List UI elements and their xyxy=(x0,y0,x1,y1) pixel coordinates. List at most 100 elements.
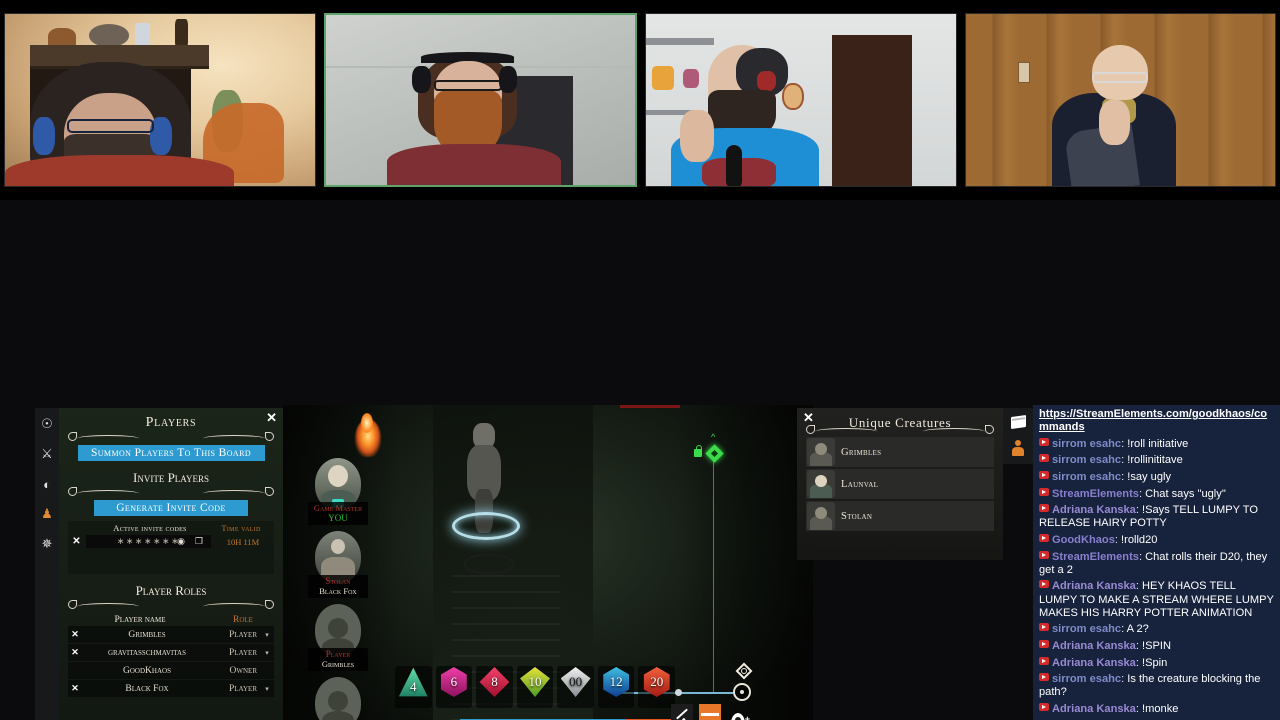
chat-username[interactable]: Adriana Kanska xyxy=(1052,657,1136,669)
list-item[interactable]: Launval xyxy=(806,469,994,499)
copy-icon[interactable]: ❐ xyxy=(195,536,203,547)
right-tool-rail xyxy=(1003,408,1033,464)
fog-icon[interactable]: ◐ xyxy=(38,475,56,493)
chevron-down-icon[interactable]: ▾ xyxy=(260,649,274,657)
chat-username[interactable]: sirrom esahc xyxy=(1052,673,1121,685)
movement-end-marker[interactable] xyxy=(733,683,751,701)
player-token[interactable]: Player Grimbles xyxy=(305,604,371,680)
chat-message: sirrom esahc: !rollinititave xyxy=(1039,454,1276,467)
target-reticle-icon[interactable] xyxy=(735,662,753,680)
chat-username[interactable]: Adriana Kanska xyxy=(1052,504,1136,516)
token-role: Game Master xyxy=(313,503,363,513)
die-d6[interactable]: 6 xyxy=(435,666,473,708)
chat-username[interactable]: Adriana Kanska xyxy=(1052,703,1136,715)
chat-username[interactable]: StreamElements xyxy=(1052,488,1139,500)
measure-paint-tools: M N xyxy=(671,704,721,720)
die-d8[interactable]: 8 xyxy=(476,666,513,708)
chevron-down-icon[interactable]: ▾ xyxy=(260,631,274,639)
chat-text[interactable]: https://StreamElements.com/goodkhaos/com… xyxy=(1039,408,1267,433)
remove-player-icon[interactable]: ✕ xyxy=(68,647,82,658)
list-item[interactable]: Grimbles xyxy=(806,437,994,467)
token-subname: Black Fox xyxy=(319,586,357,596)
npc-pawn-icon[interactable] xyxy=(1007,437,1029,459)
token-label: Game Master YOU xyxy=(308,502,368,525)
die-d4[interactable]: 4 xyxy=(395,666,432,708)
delete-code-icon[interactable]: ✕ xyxy=(70,536,83,547)
movement-start-marker[interactable]: ^ xyxy=(694,433,727,467)
table-row[interactable]: ✕ gravitasschmavitas Player ▾ xyxy=(68,644,274,661)
creature-name: Grimbles xyxy=(841,446,882,458)
chat-text: !roll initiative xyxy=(1127,437,1189,450)
token-subname: YOU xyxy=(328,513,348,523)
subscriber-badge-icon xyxy=(1039,673,1049,682)
remove-player-icon[interactable]: ✕ xyxy=(68,629,82,640)
chat-username[interactable]: Adriana Kanska xyxy=(1052,580,1136,592)
player-token[interactable]: Game Master YOU xyxy=(305,458,371,534)
token-role: Stolan xyxy=(325,576,351,586)
add-pin-icon[interactable]: + xyxy=(729,711,750,720)
token-label: Player Grimbles xyxy=(308,648,368,671)
die-label: 20 xyxy=(643,667,670,697)
invite-code-row: ✕ ∗∗∗∗∗∗∗ ◉ ❐ 10H 11M xyxy=(70,535,272,548)
die-label: 00 xyxy=(560,667,591,697)
measure-tool[interactable]: M xyxy=(671,704,693,720)
chat-message: GoodKhaos: !rolld20 xyxy=(1039,533,1276,547)
webcam-tile-3[interactable] xyxy=(645,13,957,187)
chat-username[interactable]: sirrom esahc xyxy=(1052,471,1121,483)
die-label: 10 xyxy=(520,667,551,697)
table-row[interactable]: ✕ Grimbles Player ▾ xyxy=(68,626,274,643)
movement-path-line xyxy=(713,457,714,692)
chat-username[interactable]: Adriana Kanska xyxy=(1052,640,1136,652)
player-roles-heading: Player Roles xyxy=(135,583,207,598)
summon-players-button[interactable]: Summon Players To This Board xyxy=(77,445,265,461)
dice-icon[interactable]: ☉ xyxy=(38,415,56,433)
webcam-tile-2[interactable] xyxy=(323,13,637,187)
die-d12[interactable]: 12 xyxy=(597,666,635,708)
selection-ring xyxy=(452,512,520,540)
chat-message: https://StreamElements.com/goodkhaos/com… xyxy=(1039,408,1276,434)
die-d10[interactable]: 10 xyxy=(516,666,554,708)
chat-username[interactable]: sirrom esahc xyxy=(1052,438,1121,450)
chevron-down-icon[interactable]: ▾ xyxy=(260,685,274,693)
invite-code-field[interactable]: ∗∗∗∗∗∗∗ ◉ ❐ xyxy=(86,535,211,548)
player-token[interactable]: Stolan Black Fox xyxy=(305,531,371,607)
creature-thumbnail xyxy=(807,470,835,498)
player-role: Player xyxy=(229,629,257,640)
chat-message: StreamElements: Chat says "ugly" xyxy=(1039,487,1276,501)
die-d20[interactable]: 20 xyxy=(638,666,676,708)
flourish-divider-4 xyxy=(797,424,1003,435)
chat-username[interactable]: GoodKhaos xyxy=(1052,534,1115,546)
die-label: 4 xyxy=(398,667,428,697)
eye-icon[interactable]: ◉ xyxy=(177,536,185,547)
invite-code-time: 10H 11M xyxy=(226,536,260,547)
paint-tool[interactable]: N xyxy=(699,704,721,720)
generate-invite-code-button[interactable]: Generate Invite Code xyxy=(94,500,248,516)
chat-text: !rollinititave xyxy=(1127,454,1183,467)
torch-core xyxy=(361,413,373,433)
webcam-tile-1[interactable] xyxy=(4,13,316,187)
remove-player-icon[interactable]: ✕ xyxy=(68,683,82,694)
table-row[interactable]: GoodKhaos Owner xyxy=(68,662,274,679)
roles-table-header: Player name Role xyxy=(68,615,274,625)
lighting-icon[interactable]: ✵ xyxy=(38,535,56,553)
left-tool-rail: ☉ ⚔ ◐ ♟ ✵ xyxy=(35,408,59,720)
subscriber-badge-icon xyxy=(1039,454,1049,463)
stream-chat-panel[interactable]: https://StreamElements.com/goodkhaos/com… xyxy=(1033,405,1280,720)
ruler-handle[interactable] xyxy=(675,689,682,696)
subscriber-badge-icon xyxy=(1039,656,1049,665)
webcam-tile-4[interactable] xyxy=(964,13,1276,187)
chat-text: !Spin xyxy=(1142,656,1168,669)
close-icon[interactable]: ✕ xyxy=(803,411,814,424)
close-icon[interactable]: ✕ xyxy=(266,411,277,424)
chat-username[interactable]: sirrom esahc xyxy=(1052,623,1121,635)
table-row[interactable]: ✕ Black Fox Player ▾ xyxy=(68,680,274,697)
chat-username[interactable]: sirrom esahc xyxy=(1052,454,1121,466)
list-item[interactable]: Stolan xyxy=(806,501,994,531)
npc-icon[interactable]: ⚔ xyxy=(38,445,56,463)
player-role: Owner xyxy=(229,665,257,676)
die-d100[interactable]: 00 xyxy=(557,666,594,708)
chat-username[interactable]: StreamElements xyxy=(1052,551,1139,563)
library-book-icon[interactable] xyxy=(1007,411,1029,433)
player-token[interactable]: Player xyxy=(305,677,371,720)
players-icon[interactable]: ♟ xyxy=(38,505,56,523)
